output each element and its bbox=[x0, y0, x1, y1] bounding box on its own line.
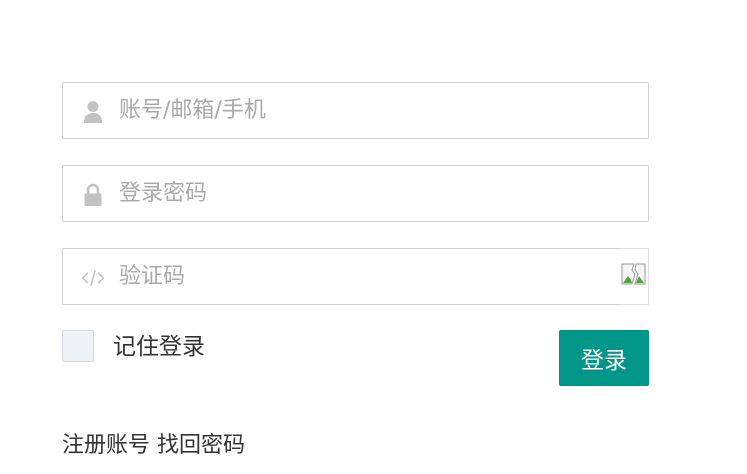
password-field-wrapper bbox=[62, 165, 649, 222]
code-icon bbox=[81, 266, 105, 290]
footer-links: 注册账号 找回密码 bbox=[62, 427, 245, 459]
captcha-input[interactable] bbox=[119, 249, 619, 304]
captcha-image[interactable] bbox=[620, 248, 649, 305]
captcha-field-wrapper bbox=[62, 248, 621, 305]
remember-checkbox[interactable] bbox=[62, 330, 94, 362]
password-input[interactable] bbox=[119, 166, 619, 221]
remember-label: 记住登录 bbox=[113, 334, 205, 360]
user-icon bbox=[81, 100, 105, 124]
register-link[interactable]: 注册账号 bbox=[62, 433, 150, 458]
login-button[interactable]: 登录 bbox=[559, 330, 649, 386]
account-field-wrapper bbox=[62, 82, 649, 139]
account-input[interactable] bbox=[119, 83, 619, 138]
forgot-password-link[interactable]: 找回密码 bbox=[157, 433, 245, 458]
lock-icon bbox=[81, 183, 105, 207]
broken-image-icon bbox=[621, 263, 646, 285]
options-row: 记住登录 登录 bbox=[62, 330, 649, 388]
login-form: 记住登录 登录 注册账号 找回密码 bbox=[62, 82, 649, 458]
